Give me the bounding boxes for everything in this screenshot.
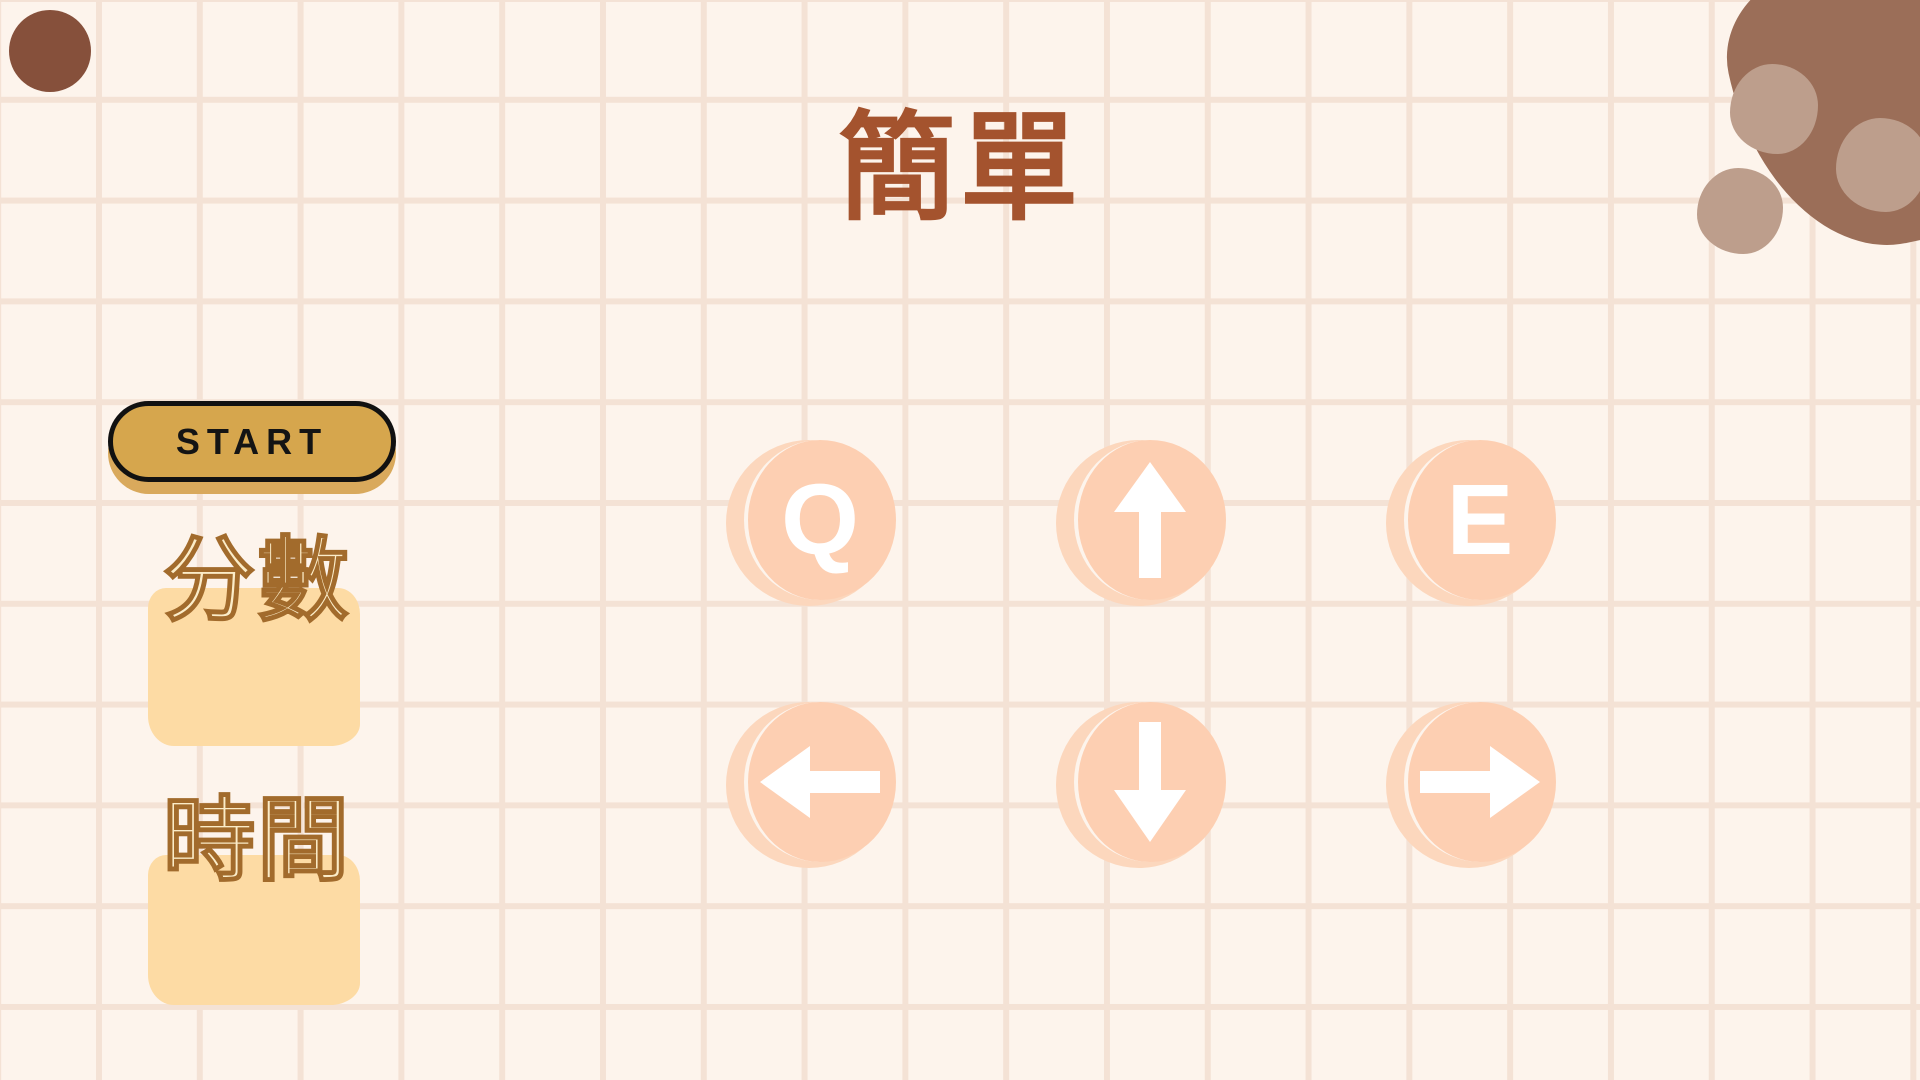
key-right-button[interactable] bbox=[1386, 702, 1558, 868]
arrow-right-icon bbox=[1410, 702, 1550, 862]
start-button[interactable]: START bbox=[108, 401, 396, 482]
arrow-left-icon bbox=[750, 702, 890, 862]
pebble-decoration bbox=[1730, 64, 1818, 154]
key-left-button[interactable] bbox=[726, 702, 898, 868]
arrow-up-icon bbox=[1080, 440, 1220, 600]
score-label: 分數 bbox=[162, 526, 351, 634]
key-e-button[interactable]: E bbox=[1386, 440, 1558, 606]
pebble-decoration bbox=[1697, 168, 1783, 254]
arrow-down-icon bbox=[1080, 702, 1220, 862]
start-button-label: START bbox=[175, 420, 329, 462]
key-down-button[interactable] bbox=[1056, 702, 1228, 868]
key-e-label: E bbox=[1446, 463, 1514, 576]
key-q-label: Q bbox=[781, 463, 859, 576]
time-label: 時間 bbox=[162, 786, 351, 894]
key-q-button[interactable]: Q bbox=[726, 440, 898, 606]
difficulty-title: 簡單 bbox=[837, 98, 1082, 237]
corner-dot-decoration bbox=[9, 10, 91, 92]
key-up-button[interactable] bbox=[1056, 440, 1228, 606]
pebble-decoration bbox=[1836, 118, 1920, 212]
